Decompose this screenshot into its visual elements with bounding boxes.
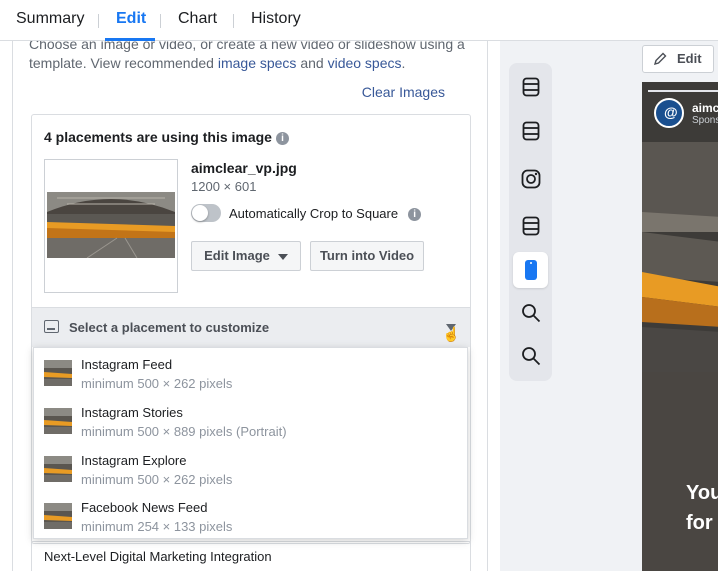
video-specs-link[interactable]: video specs <box>328 55 402 71</box>
placement-option-instagram-stories[interactable]: Instagram Stories minimum 500 × 889 pixe… <box>34 398 467 445</box>
tab-bar: Summary Edit Chart History <box>0 0 718 41</box>
phone-story-icon[interactable] <box>513 252 548 288</box>
sponsored-label: Spons <box>692 115 718 126</box>
tab-history[interactable]: History <box>251 10 301 28</box>
info-icon[interactable]: i <box>408 208 422 222</box>
intro-period: . <box>401 55 406 71</box>
placement-selector-label: Select a placement to customize <box>69 320 270 335</box>
placement-thumbnail <box>44 456 72 482</box>
placements-count-text: 4 placements are using this image <box>44 129 272 145</box>
feed-icon[interactable] <box>513 208 548 244</box>
headline-value: Next-Level Digital Marketing Integration <box>44 549 272 564</box>
auto-crop-label: Automatically Crop to Square i <box>229 206 422 222</box>
edit-image-label: Edit Image <box>204 248 270 263</box>
tab-divider <box>233 14 234 28</box>
story-progress-bar <box>648 90 718 92</box>
placement-thumbnail <box>44 360 72 386</box>
story-headline-line1: You <box>686 482 718 504</box>
tab-summary[interactable]: Summary <box>16 10 84 28</box>
search-icon[interactable] <box>513 338 548 374</box>
auto-crop-toggle[interactable] <box>191 204 221 222</box>
placement-size: minimum 254 × 133 pixels <box>81 519 233 534</box>
chevron-down-icon <box>277 253 288 260</box>
clear-images-link[interactable]: Clear Images <box>362 84 445 100</box>
active-tab-indicator <box>105 38 155 41</box>
placement-thumbnail <box>44 408 72 434</box>
placement-size: minimum 500 × 262 pixels <box>81 376 233 391</box>
placement-name: Instagram Explore <box>81 453 187 468</box>
info-icon[interactable]: i <box>275 131 289 145</box>
turn-into-video-button[interactable]: Turn into Video <box>310 241 424 271</box>
placement-option-facebook-news-feed[interactable]: Facebook News Feed minimum 254 × 133 pix… <box>34 493 467 540</box>
image-thumbnail[interactable] <box>44 159 178 293</box>
account-name: aimc <box>692 101 718 115</box>
placement-icon <box>44 320 59 333</box>
search-icon[interactable] <box>513 295 548 331</box>
instagram-icon[interactable] <box>513 161 548 197</box>
image-file-name: aimclear_vp.jpg <box>191 160 297 176</box>
image-card-title: 4 placements are using this image i <box>44 129 289 145</box>
feed-icon[interactable] <box>513 69 548 105</box>
pencil-icon <box>653 52 667 66</box>
preview-edit-button[interactable]: Edit <box>642 45 714 73</box>
auto-crop-text: Automatically Crop to Square <box>229 206 399 221</box>
tab-divider <box>160 14 161 28</box>
placement-name: Facebook News Feed <box>81 500 208 515</box>
hand-cursor-icon: ☝ <box>442 326 460 342</box>
feed-icon[interactable] <box>513 113 548 149</box>
tab-chart[interactable]: Chart <box>178 10 217 28</box>
placement-size: minimum 500 × 889 pixels (Portrait) <box>81 424 287 439</box>
placement-size: minimum 500 × 262 pixels <box>81 472 233 487</box>
toggle-knob <box>192 205 208 221</box>
placement-name: Instagram Feed <box>81 357 173 372</box>
edit-image-button[interactable]: Edit Image <box>191 241 301 271</box>
intro-line2: template. View recommended <box>29 55 218 71</box>
headline-field[interactable]: Next-Level Digital Marketing Integration <box>31 541 471 571</box>
tab-divider <box>98 14 99 28</box>
placement-option-instagram-feed[interactable]: Instagram Feed minimum 500 × 262 pixels <box>34 350 467 397</box>
avatar: @ <box>654 98 684 128</box>
placement-rail <box>509 63 552 381</box>
placement-thumbnail <box>44 503 72 529</box>
placement-option-instagram-explore[interactable]: Instagram Explore minimum 500 × 262 pixe… <box>34 446 467 493</box>
ads-manager-editor: Summary Edit Chart History Choose an ima… <box>0 0 718 571</box>
placement-name: Instagram Stories <box>81 405 183 420</box>
placement-selector[interactable]: Select a placement to customize ☝ <box>32 307 470 347</box>
placement-dropdown-menu: Instagram Feed minimum 500 × 262 pixels … <box>33 347 468 539</box>
at-logo-icon: @ <box>664 104 678 120</box>
preview-edit-label: Edit <box>677 51 702 66</box>
story-headline-line2: for <box>686 512 713 534</box>
intro-and: and <box>296 55 328 71</box>
story-preview: @ aimc Spons You for <box>642 82 718 571</box>
train-station-image <box>47 192 175 258</box>
image-specs-link[interactable]: image specs <box>218 55 297 71</box>
tab-edit[interactable]: Edit <box>116 10 146 28</box>
image-dimensions: 1200 × 601 <box>191 179 257 194</box>
